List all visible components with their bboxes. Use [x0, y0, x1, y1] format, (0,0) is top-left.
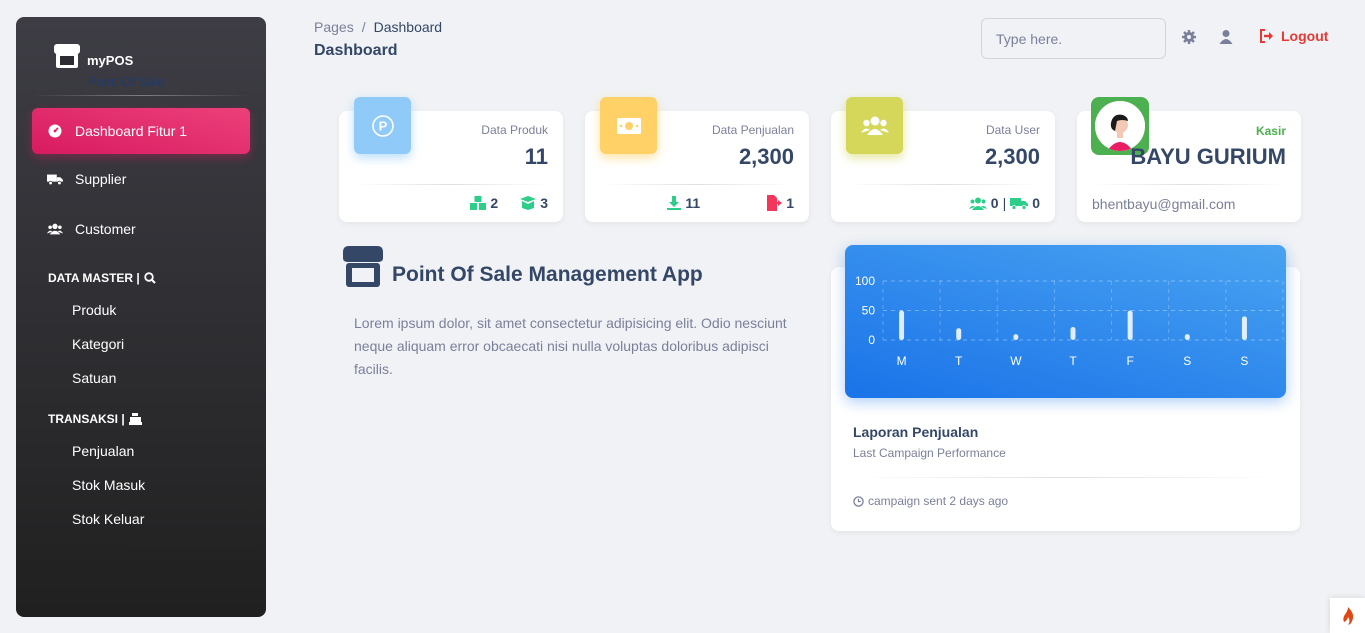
- gear-icon[interactable]: [1181, 29, 1197, 45]
- sign-out-icon: [1260, 29, 1273, 43]
- sidebar: myPOS Point Of Sale Dashboard Fitur 1 Su…: [16, 17, 266, 617]
- x-tick-label: S: [1240, 354, 1248, 368]
- role-badge: Kasir: [1255, 124, 1286, 138]
- sidebar-item-label: Dashboard Fitur 1: [75, 123, 188, 139]
- logout-label: Logout: [1281, 28, 1329, 44]
- stat-footer: 0 | 0: [968, 195, 1040, 211]
- clock-icon: [853, 495, 864, 507]
- stat-value: 2,300: [984, 144, 1040, 169]
- y-tick-label: 0: [868, 333, 875, 347]
- users-icon: [968, 197, 987, 210]
- boxes-icon: [470, 196, 487, 210]
- x-tick-label: T: [1069, 354, 1077, 368]
- gauge-icon: [47, 123, 63, 139]
- profile-name: BAYU GURIUM: [1130, 144, 1286, 169]
- chart-bar: [1013, 334, 1019, 340]
- users-icon: [47, 221, 63, 237]
- sidebar-item-label: Supplier: [75, 171, 127, 187]
- x-tick-label: T: [955, 354, 963, 368]
- logout-button[interactable]: Logout: [1259, 28, 1328, 44]
- stat-label: Data Produk: [481, 123, 548, 137]
- parking-icon: P: [354, 97, 411, 154]
- box-open-icon: [520, 196, 537, 210]
- stat-card-penjualan: Data Penjualan 2,300 11 1: [585, 97, 809, 222]
- stat-footer: 2 3: [470, 195, 548, 211]
- codeigniter-icon[interactable]: [1330, 598, 1365, 633]
- user-icon[interactable]: [1218, 29, 1234, 45]
- divider: [354, 184, 548, 185]
- stat-card-user: Data User 2,300 0 | 0: [831, 97, 1055, 222]
- page-title: Dashboard: [314, 42, 398, 59]
- sidebar-item-customer[interactable]: Customer: [32, 206, 250, 252]
- breadcrumb-current: Dashboard: [373, 19, 443, 35]
- divider: [853, 477, 1278, 478]
- chart-bar: [956, 328, 962, 340]
- x-tick-label: S: [1183, 354, 1191, 368]
- x-tick-label: M: [897, 354, 907, 368]
- y-tick-label: 50: [862, 304, 876, 318]
- file-export-icon: [767, 195, 783, 211]
- chart-svg: 100 50 0 M T W T F S S: [855, 274, 1284, 368]
- sidebar-item-supplier[interactable]: Supplier: [32, 156, 250, 202]
- section-data-master: DATA MASTER |: [48, 271, 156, 285]
- chart-bar: [1241, 316, 1247, 340]
- stat-value: 2,300: [738, 144, 794, 169]
- download-icon: [667, 196, 682, 210]
- intro-text: Lorem ipsum dolor, sit amet consectetur …: [354, 315, 787, 377]
- intro-title: Point Of Sale Management App: [392, 263, 703, 286]
- sidebar-item-dashboard[interactable]: Dashboard Fitur 1: [32, 108, 250, 154]
- stat-value: 11: [524, 144, 548, 169]
- truck-icon: [1010, 198, 1029, 210]
- store-icon: [343, 246, 383, 287]
- sidebar-item-penjualan[interactable]: Penjualan: [72, 443, 134, 459]
- x-tick-label: F: [1126, 354, 1133, 368]
- money-bill-icon: [600, 97, 657, 154]
- search-icon: [144, 272, 156, 284]
- divider: [1092, 184, 1286, 185]
- brand-subtitle: Point Of Sale: [88, 74, 165, 89]
- chart-bar: [1127, 310, 1133, 340]
- section-transaksi: TRANSAKSI |: [48, 412, 142, 426]
- breadcrumb-root[interactable]: Pages: [314, 19, 354, 35]
- store-icon: [54, 44, 80, 68]
- chart-footer: campaign sent 2 days ago: [853, 494, 1008, 508]
- sidebar-item-label: Customer: [75, 221, 136, 237]
- stat-card-produk: P Data Produk 11 2 3: [339, 97, 563, 222]
- sidebar-item-satuan[interactable]: Satuan: [72, 370, 116, 386]
- search-input[interactable]: [981, 18, 1166, 59]
- svg-text:P: P: [378, 118, 387, 133]
- stat-footer: 11 1: [667, 195, 794, 211]
- truck-icon: [47, 171, 63, 187]
- stat-label: Data User: [985, 123, 1040, 137]
- chart-subtitle: Last Campaign Performance: [853, 446, 1006, 460]
- divider: [32, 95, 250, 96]
- sidebar-item-kategori[interactable]: Kategori: [72, 336, 124, 352]
- divider: [846, 184, 1040, 185]
- sales-chart: 100 50 0 M T W T F S S: [845, 245, 1286, 398]
- breadcrumb-separator: /: [361, 19, 366, 35]
- chart-title: Laporan Penjualan: [853, 424, 979, 440]
- breadcrumb: Pages / Dashboard: [314, 19, 442, 35]
- chart-bar: [1184, 334, 1190, 340]
- profile-email: bhentbayu@gmail.com: [1092, 196, 1236, 212]
- x-tick-label: W: [1010, 354, 1022, 368]
- brand-name: myPOS: [87, 53, 134, 68]
- chart-bar: [1070, 327, 1076, 340]
- profile-card: Kasir BAYU GURIUM bhentbayu@gmail.com: [1077, 97, 1301, 222]
- y-tick-label: 100: [855, 274, 875, 288]
- divider: [600, 184, 794, 185]
- sidebar-item-stok-keluar[interactable]: Stok Keluar: [72, 511, 144, 527]
- users-icon: [846, 97, 903, 154]
- chart-bar: [899, 310, 905, 340]
- stat-label: Data Penjualan: [711, 123, 794, 137]
- cash-register-icon: [128, 413, 142, 425]
- sidebar-item-produk[interactable]: Produk: [72, 302, 116, 318]
- sidebar-item-stok-masuk[interactable]: Stok Masuk: [72, 477, 145, 493]
